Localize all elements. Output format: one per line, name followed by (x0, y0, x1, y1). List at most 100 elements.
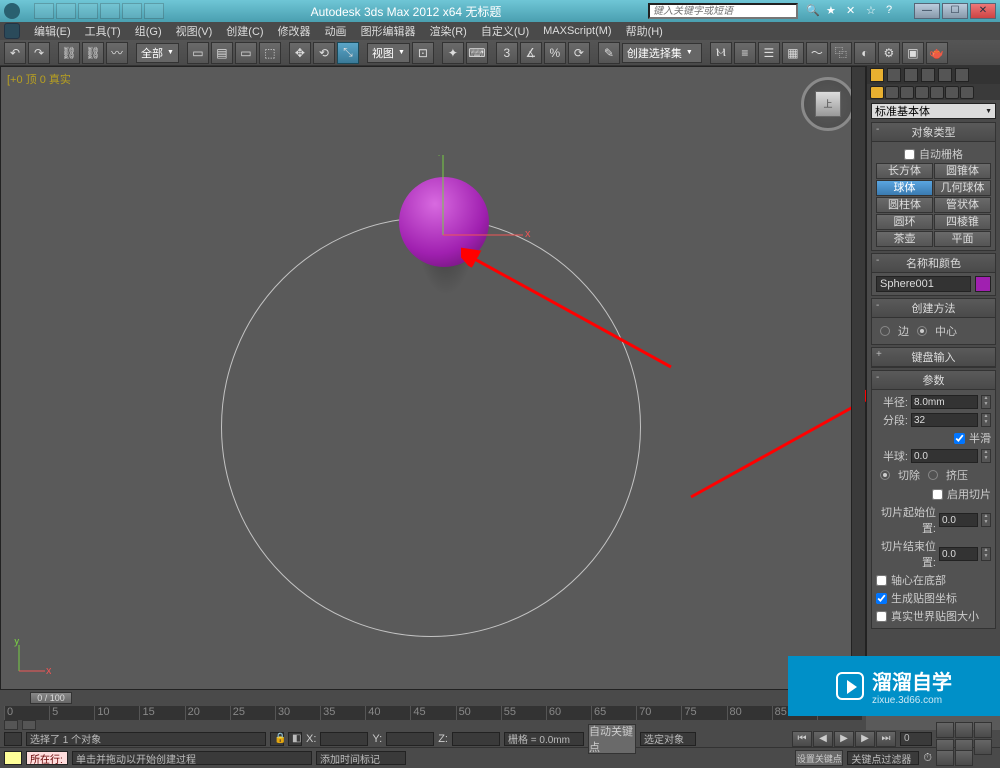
squash-radio[interactable] (928, 470, 938, 480)
select-region-icon[interactable]: ▭ (235, 42, 257, 64)
keyboard-shortcut-icon[interactable]: ⌨ (466, 42, 488, 64)
select-icon[interactable]: ▭ (187, 42, 209, 64)
select-by-name-icon[interactable]: ▤ (211, 42, 233, 64)
zoom-icon[interactable] (936, 722, 954, 738)
select-scale-icon[interactable]: ⤡ (337, 42, 359, 64)
slice-from-spinner[interactable]: 0.0 (939, 513, 978, 527)
primitive-cylinder[interactable]: 圆柱体 (876, 197, 933, 213)
hemisphere-spin-buttons[interactable]: ▲▼ (981, 449, 991, 463)
snap-toggle-icon[interactable]: 3 (496, 42, 518, 64)
percent-snap-icon[interactable]: % (544, 42, 566, 64)
maxscript-mini-icon[interactable] (4, 732, 22, 746)
add-time-tag[interactable]: 添加时间标记 (316, 751, 406, 765)
lights-icon[interactable] (900, 86, 914, 99)
viewport-label[interactable]: [+0 顶 0 真实 (7, 71, 71, 87)
time-slider-handle[interactable]: 0 / 100 (30, 692, 72, 704)
maximize-button[interactable]: ☐ (942, 3, 968, 19)
selection-filter-dropdown[interactable]: 全部 (136, 43, 179, 63)
systems-icon[interactable] (960, 86, 974, 99)
hemisphere-spinner[interactable]: 0.0 (911, 449, 978, 463)
application-menu-icon[interactable] (4, 23, 20, 39)
undo-icon[interactable]: ↶ (4, 42, 26, 64)
subscription-icon[interactable]: ★ (826, 4, 840, 18)
curve-editor-icon[interactable]: 〜 (806, 42, 828, 64)
goto-start-icon[interactable]: ⏮ (792, 731, 812, 747)
link-icon[interactable]: ⛓ (58, 42, 80, 64)
max-toggle-icon[interactable] (955, 750, 973, 766)
x-coord-field[interactable] (320, 732, 368, 746)
rendered-frame-icon[interactable]: ▣ (902, 42, 924, 64)
menu-edit[interactable]: 编辑(E) (28, 22, 77, 40)
method-center-radio[interactable] (917, 326, 927, 336)
menu-views[interactable]: 视图(V) (170, 22, 219, 40)
menu-rendering[interactable]: 渲染(R) (424, 22, 473, 40)
exchange-icon[interactable]: ✕ (846, 4, 860, 18)
trackbar-mini-curve-icon[interactable] (4, 720, 18, 730)
menu-graph-editors[interactable]: 图形编辑器 (355, 22, 422, 40)
real-world-checkbox[interactable] (876, 611, 887, 622)
bind-spacewarp-icon[interactable]: 〰 (106, 42, 128, 64)
material-editor-icon[interactable]: ◐ (854, 42, 876, 64)
motion-tab-icon[interactable] (921, 68, 935, 82)
y-coord-field[interactable] (386, 732, 434, 746)
menu-modifiers[interactable]: 修改器 (272, 22, 317, 40)
primitive-box[interactable]: 长方体 (876, 163, 933, 179)
edit-named-sel-icon[interactable]: ✎ (598, 42, 620, 64)
primitive-cone[interactable]: 圆锥体 (934, 163, 991, 179)
helpers-icon[interactable] (930, 86, 944, 99)
close-button[interactable]: ✕ (970, 3, 996, 19)
layer-manager-icon[interactable]: ☰ (758, 42, 780, 64)
unlink-icon[interactable]: ⛓ (82, 42, 104, 64)
display-tab-icon[interactable] (938, 68, 952, 82)
prev-frame-icon[interactable]: ◀ (813, 731, 833, 747)
cameras-icon[interactable] (915, 86, 929, 99)
menu-animation[interactable]: 动画 (319, 22, 353, 40)
gen-uv-checkbox[interactable] (876, 593, 887, 604)
primitive-geosphere[interactable]: 几何球体 (934, 180, 991, 196)
qat-open-icon[interactable] (56, 3, 76, 19)
spacewarps-icon[interactable] (945, 86, 959, 99)
menu-customize[interactable]: 自定义(U) (475, 22, 535, 40)
primitive-sphere[interactable]: 球体 (876, 180, 933, 196)
named-selection-dropdown[interactable]: 创建选择集 (622, 43, 702, 63)
geometry-icon[interactable] (870, 86, 884, 99)
view-cube[interactable]: 上 (801, 77, 855, 131)
object-name-input[interactable] (876, 276, 971, 292)
rollout-header-parameters[interactable]: -参数 (872, 371, 995, 390)
radius-spinner[interactable]: 8.0mm (911, 395, 978, 409)
primitive-pyramid[interactable]: 四棱锥 (934, 214, 991, 230)
isolate-icon[interactable]: ◧ (288, 732, 302, 746)
primitive-torus[interactable]: 圆环 (876, 214, 933, 230)
time-ruler[interactable]: 051015202530354045505560657075808590 (4, 706, 862, 720)
rollout-header-keyboard[interactable]: +键盘输入 (872, 348, 995, 367)
listener-icon[interactable] (4, 751, 22, 765)
qat-project-icon[interactable] (144, 3, 164, 19)
qat-redo-icon[interactable] (122, 3, 142, 19)
trackbar-filter-icon[interactable] (22, 720, 36, 730)
z-coord-field[interactable] (452, 732, 500, 746)
manipulate-icon[interactable]: ✦ (442, 42, 464, 64)
play-icon[interactable]: ▶ (834, 731, 854, 747)
hierarchy-tab-icon[interactable] (904, 68, 918, 82)
help-search-input[interactable] (648, 3, 798, 19)
goto-end-icon[interactable]: ⏭ (876, 731, 896, 747)
radius-spin-buttons[interactable]: ▲▼ (981, 395, 991, 409)
lock-selection-icon[interactable]: 🔒 (270, 732, 284, 746)
angle-snap-icon[interactable]: ∡ (520, 42, 542, 64)
primitive-plane[interactable]: 平面 (934, 231, 991, 247)
slice-to-spin-buttons[interactable]: ▲▼ (981, 547, 991, 561)
smooth-checkbox[interactable] (954, 433, 965, 444)
qat-undo-icon[interactable] (100, 3, 120, 19)
next-frame-icon[interactable]: ▶ (855, 731, 875, 747)
utilities-tab-icon[interactable] (955, 68, 969, 82)
current-frame-field[interactable]: 0 (900, 732, 932, 746)
method-edge-radio[interactable] (880, 326, 890, 336)
shapes-icon[interactable] (885, 86, 899, 99)
menu-group[interactable]: 组(G) (129, 22, 168, 40)
select-move-icon[interactable]: ✥ (289, 42, 311, 64)
segments-spin-buttons[interactable]: ▲▼ (981, 413, 991, 427)
segments-spinner[interactable]: 32 (911, 413, 978, 427)
menu-help[interactable]: 帮助(H) (620, 22, 669, 40)
auto-grid-checkbox[interactable] (904, 149, 915, 160)
modify-tab-icon[interactable] (887, 68, 901, 82)
